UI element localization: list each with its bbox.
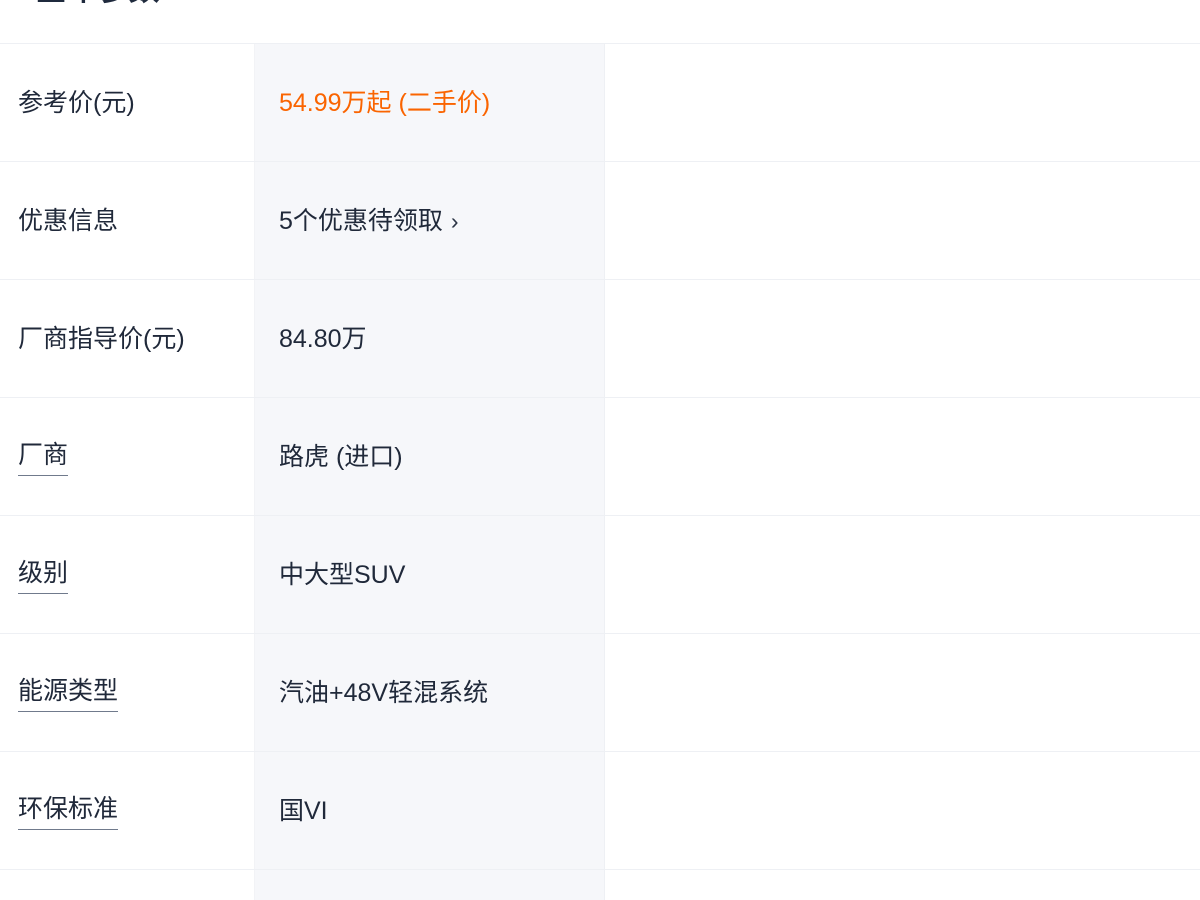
spec-table: 参考价(元) 54.99万起 (二手价) 优惠信息 5个优惠待领取 › 厂商指导… (0, 43, 1200, 900)
spec-label-cell: 厂商指导价(元) (0, 280, 255, 397)
spec-label-text: 厂商指导价(元) (18, 324, 185, 353)
spec-label-cell[interactable]: 级别 (0, 516, 255, 633)
spec-label-text-class[interactable]: 级别 (18, 555, 69, 594)
table-row: 参考价(元) 54.99万起 (二手价) (0, 44, 1200, 162)
spec-label-text: 优惠信息 (18, 206, 119, 235)
spec-label-text-emission-standard[interactable]: 环保标准 (18, 791, 119, 830)
table-row: 厂商指导价(元) 84.80万 (0, 280, 1200, 398)
table-row: 级别 中大型SUV (0, 516, 1200, 634)
spec-label-text-energy-type[interactable]: 能源类型 (18, 673, 119, 712)
spec-label-cell[interactable]: 环保标准 (0, 752, 255, 869)
manufacturer-value: 路虎 (进口) (279, 442, 403, 471)
spec-value-cell (255, 870, 605, 900)
spec-value-cell: 54.99万起 (二手价) (255, 44, 605, 161)
table-row: 厂商 路虎 (进口) (0, 398, 1200, 516)
energy-type-value: 汽油+48V轻混系统 (279, 678, 489, 707)
spec-label-cell: 参考价(元) (0, 44, 255, 161)
table-row: 环保标准 国VI (0, 752, 1200, 870)
spec-value-cell: 中大型SUV (255, 516, 605, 633)
spec-label-cell[interactable]: 能源类型 (0, 634, 255, 751)
spec-value-cell: 国VI (255, 752, 605, 869)
vehicle-spec-page: 全车参数 参考价(元) 54.99万起 (二手价) 优惠信息 5个优惠待领取 › (0, 0, 1200, 900)
spec-value-cell: 汽油+48V轻混系统 (255, 634, 605, 751)
table-row: 优惠信息 5个优惠待领取 › (0, 162, 1200, 280)
spec-empty-cell (605, 44, 1200, 161)
spec-empty-cell (605, 634, 1200, 751)
spec-label-text-manufacturer[interactable]: 厂商 (18, 437, 69, 476)
spec-label-cell: 优惠信息 (0, 162, 255, 279)
spec-empty-cell (605, 516, 1200, 633)
chevron-right-icon[interactable]: › (451, 210, 459, 233)
spec-empty-cell (605, 752, 1200, 869)
spec-empty-cell (605, 162, 1200, 279)
spec-label-text: 参考价(元) (18, 88, 135, 117)
promotion-link-text[interactable]: 5个优惠待领取 (279, 204, 443, 238)
vehicle-class-value: 中大型SUV (279, 560, 406, 589)
spec-empty-cell (605, 280, 1200, 397)
spec-empty-cell (605, 870, 1200, 900)
emission-standard-value: 国VI (279, 796, 328, 825)
spec-value-cell: 84.80万 (255, 280, 605, 397)
table-row (0, 870, 1200, 900)
spec-value-cell: 路虎 (进口) (255, 398, 605, 515)
msrp-value: 84.80万 (279, 324, 367, 353)
table-row: 能源类型 汽油+48V轻混系统 (0, 634, 1200, 752)
spec-label-cell[interactable]: 厂商 (0, 398, 255, 515)
spec-label-cell (0, 870, 255, 900)
page-title: 全车参数 (36, 0, 160, 8)
reference-price-value: 54.99万起 (二手价) (279, 88, 491, 117)
spec-empty-cell (605, 398, 1200, 515)
spec-value-cell[interactable]: 5个优惠待领取 › (255, 162, 605, 279)
